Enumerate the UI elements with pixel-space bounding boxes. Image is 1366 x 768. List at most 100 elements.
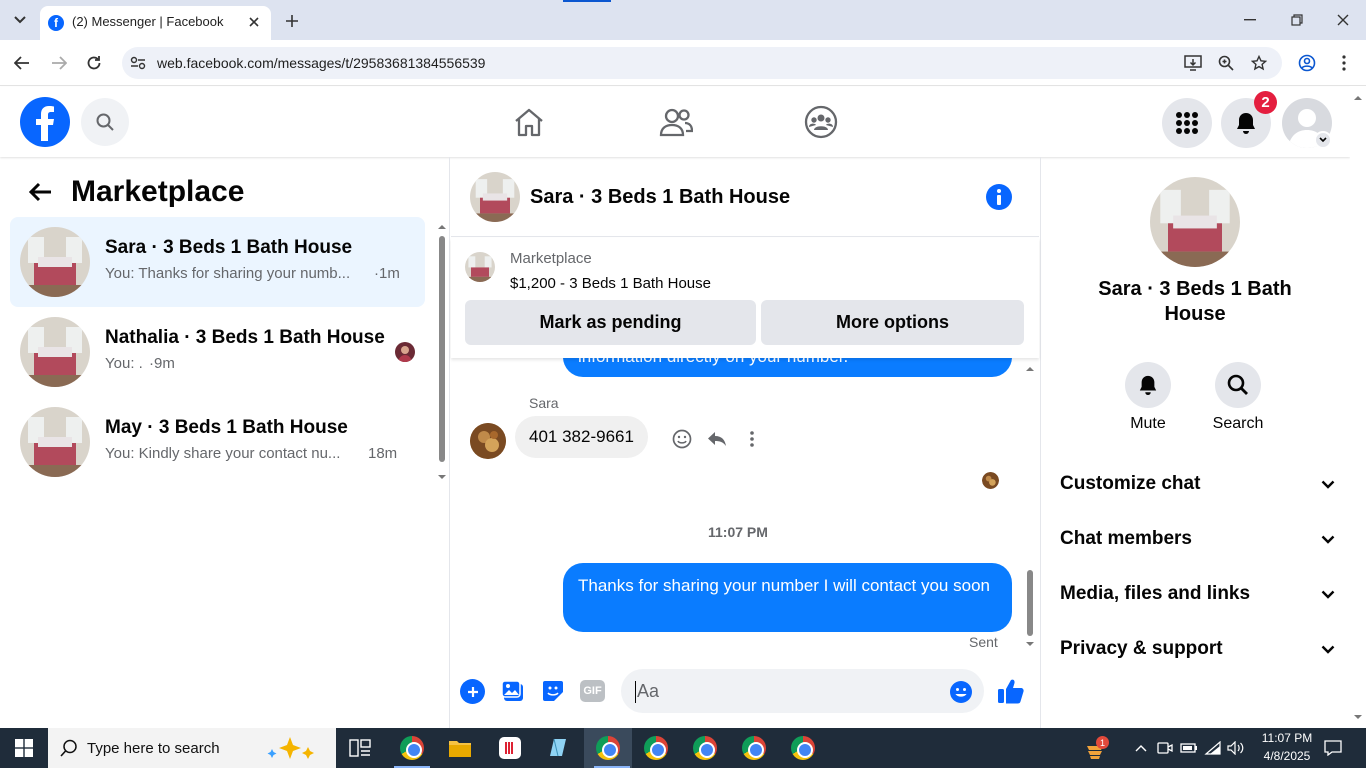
customize-chat-row[interactable]: Customize chat — [1060, 464, 1335, 504]
search-label: Search — [1212, 415, 1264, 432]
message-timestamp: 11:07 PM — [708, 524, 768, 540]
restore-icon[interactable] — [1285, 8, 1309, 32]
taskbar-search-placeholder: Type here to search — [87, 739, 220, 757]
conversation-item[interactable]: Nathalia · 3 Beds 1 Bath House You: . ·9… — [10, 307, 425, 397]
privacy-support-row[interactable]: Privacy & support — [1060, 629, 1335, 669]
sender-avatar[interactable] — [470, 423, 506, 459]
facebook-search-button[interactable] — [81, 98, 129, 146]
notification-center-icon[interactable] — [1322, 738, 1344, 758]
site-settings-icon[interactable] — [128, 53, 148, 73]
menu-button[interactable] — [1162, 98, 1212, 148]
battery-icon[interactable] — [1179, 738, 1199, 758]
conversation-preview: You: Kindly share your contact nu... — [105, 445, 341, 462]
section-label: Customize chat — [1060, 473, 1201, 494]
gif-icon[interactable]: GIF — [580, 680, 605, 702]
chrome-taskbar-icon[interactable] — [779, 728, 827, 768]
reload-icon[interactable] — [82, 51, 106, 75]
search-highlight-icon — [267, 737, 314, 759]
chrome-taskbar-icon[interactable] — [584, 728, 632, 768]
sticker-icon[interactable] — [540, 678, 566, 704]
message-list: information directly on your number. Sar… — [451, 358, 1025, 658]
chevron-down-icon — [1321, 480, 1335, 489]
listing-thumbnail[interactable] — [465, 252, 495, 282]
install-app-icon[interactable] — [1182, 52, 1204, 74]
bookmark-star-icon[interactable] — [1248, 52, 1270, 74]
message-bubble-sent[interactable]: information directly on your number. — [563, 358, 1012, 377]
read-receipt-avatar — [395, 342, 415, 362]
listing-avatar — [20, 407, 90, 477]
back-arrow-icon[interactable] — [24, 176, 56, 208]
notification-badge: 2 — [1254, 91, 1277, 114]
marketplace-title: Marketplace — [71, 175, 245, 208]
page-scrollbar[interactable] — [1350, 87, 1366, 728]
chat-scrollbar[interactable] — [1022, 360, 1038, 652]
chat-title[interactable]: Sara · 3 Beds 1 Bath House — [530, 186, 790, 209]
new-tab-icon[interactable] — [280, 9, 304, 33]
emoji-icon[interactable] — [948, 679, 974, 705]
meet-now-icon[interactable] — [1155, 738, 1175, 758]
clock-date[interactable]: 4/8/2025 — [1256, 749, 1318, 763]
windows-start-icon[interactable] — [0, 728, 48, 768]
conversation-item[interactable]: Sara · 3 Beds 1 Bath House You: Thanks f… — [10, 217, 425, 307]
media-files-links-row[interactable]: Media, files and links — [1060, 574, 1335, 614]
more-options-button[interactable]: More options — [761, 300, 1024, 345]
mute-button[interactable] — [1125, 362, 1171, 408]
back-icon[interactable] — [10, 51, 34, 75]
account-chevron-icon[interactable] — [1314, 131, 1332, 149]
conversation-list-scrollbar[interactable] — [434, 220, 450, 485]
details-avatar[interactable] — [1150, 177, 1240, 267]
minimize-icon[interactable] — [1238, 8, 1262, 32]
app-taskbar-icon[interactable] — [486, 728, 534, 768]
close-tab-icon[interactable] — [244, 12, 264, 32]
attach-image-icon[interactable] — [500, 678, 526, 704]
browser-tab[interactable]: f (2) Messenger | Facebook — [40, 6, 271, 40]
message-more-icon[interactable] — [740, 427, 764, 451]
section-label: Privacy & support — [1060, 638, 1223, 659]
listing-title[interactable]: $1,200 - 3 Beds 1 Bath House — [510, 275, 711, 292]
volume-icon[interactable] — [1226, 738, 1246, 758]
text-caret — [635, 681, 636, 703]
task-view-icon[interactable] — [336, 728, 384, 768]
profile-icon[interactable] — [1295, 51, 1319, 75]
listing-source: Marketplace — [510, 250, 592, 267]
details-name: Sara · 3 Beds 1 Bath House — [1098, 278, 1292, 325]
chat-avatar[interactable] — [470, 172, 520, 222]
taskbar-search[interactable]: Type here to search — [48, 728, 336, 768]
message-bubble-received[interactable]: 401 382-9661 — [515, 416, 648, 458]
chat-members-row[interactable]: Chat members — [1060, 519, 1335, 559]
thumbs-up-icon[interactable] — [996, 676, 1026, 706]
close-window-icon[interactable] — [1331, 8, 1355, 32]
reply-icon[interactable] — [705, 427, 729, 451]
groups-nav-icon[interactable] — [797, 100, 845, 144]
message-bubble-sent[interactable]: Thanks for sharing your number I will co… — [563, 563, 1012, 632]
section-label: Media, files and links — [1060, 583, 1251, 604]
conversation-time: ·9m — [149, 355, 175, 372]
chrome-taskbar-icon[interactable] — [388, 728, 436, 768]
search-in-chat-button[interactable] — [1215, 362, 1261, 408]
message-input-placeholder: Aa — [637, 681, 660, 701]
zoom-icon[interactable] — [1215, 52, 1237, 74]
weather-badge: 1 — [1096, 736, 1109, 749]
message-input[interactable]: Aa — [621, 669, 984, 713]
address-bar[interactable]: web.facebook.com/messages/t/295836813845… — [122, 47, 1282, 79]
clock-time[interactable]: 11:07 PM — [1256, 731, 1318, 745]
chrome-taskbar-icon[interactable] — [632, 728, 680, 768]
mark-as-pending-button[interactable]: Mark as pending — [465, 300, 756, 345]
react-emoji-icon[interactable] — [670, 427, 694, 451]
facebook-logo-icon[interactable] — [20, 97, 70, 147]
friends-nav-icon[interactable] — [652, 100, 700, 144]
home-nav-icon[interactable] — [505, 100, 553, 144]
tab-search-icon[interactable] — [8, 8, 32, 32]
conversation-preview: You: Thanks for sharing your numb... — [105, 265, 351, 282]
app-taskbar-icon[interactable] — [534, 728, 582, 768]
forward-icon[interactable] — [47, 51, 71, 75]
tray-chevron-up-icon[interactable] — [1131, 738, 1151, 758]
plus-icon[interactable] — [460, 679, 485, 704]
conversation-item[interactable]: May · 3 Beds 1 Bath House You: Kindly sh… — [10, 397, 425, 487]
chrome-taskbar-icon[interactable] — [681, 728, 729, 768]
file-explorer-icon[interactable] — [436, 728, 484, 768]
browser-menu-icon[interactable] — [1332, 51, 1356, 75]
chrome-taskbar-icon[interactable] — [730, 728, 778, 768]
wifi-icon[interactable] — [1203, 738, 1223, 758]
info-icon[interactable] — [986, 184, 1012, 210]
